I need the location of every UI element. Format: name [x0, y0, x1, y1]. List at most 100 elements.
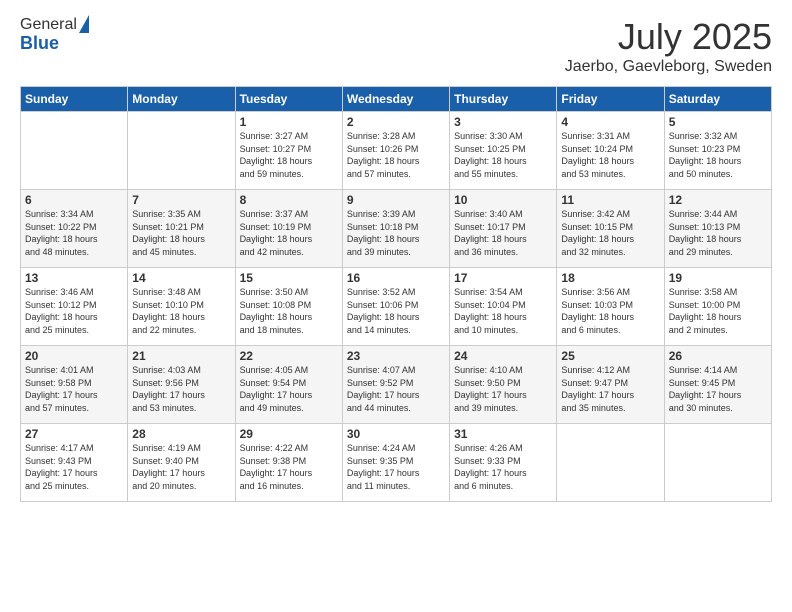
day-num-w1-d2: 8: [240, 193, 338, 207]
day-info-w2-d3: Sunrise: 3:52 AM Sunset: 10:06 PM Daylig…: [347, 286, 445, 336]
cell-w0-d4: 3Sunrise: 3:30 AM Sunset: 10:25 PM Dayli…: [450, 112, 557, 190]
day-num-w3-d3: 23: [347, 349, 445, 363]
day-info-w3-d2: Sunrise: 4:05 AM Sunset: 9:54 PM Dayligh…: [240, 364, 338, 414]
day-num-w0-d3: 2: [347, 115, 445, 129]
day-num-w0-d5: 4: [561, 115, 659, 129]
day-num-w0-d2: 1: [240, 115, 338, 129]
day-info-w1-d2: Sunrise: 3:37 AM Sunset: 10:19 PM Daylig…: [240, 208, 338, 258]
cell-w3-d1: 21Sunrise: 4:03 AM Sunset: 9:56 PM Dayli…: [128, 346, 235, 424]
header: General Blue July 2025 Jaerbo, Gaevlebor…: [20, 16, 772, 76]
day-num-w2-d6: 19: [669, 271, 767, 285]
cell-w4-d0: 27Sunrise: 4:17 AM Sunset: 9:43 PM Dayli…: [21, 424, 128, 502]
cell-w1-d5: 11Sunrise: 3:42 AM Sunset: 10:15 PM Dayl…: [557, 190, 664, 268]
day-num-w2-d1: 14: [132, 271, 230, 285]
logo-general-text: General: [20, 16, 77, 34]
day-num-w0-d4: 3: [454, 115, 552, 129]
col-monday: Monday: [128, 87, 235, 112]
day-num-w1-d4: 10: [454, 193, 552, 207]
day-num-w3-d6: 26: [669, 349, 767, 363]
day-num-w2-d3: 16: [347, 271, 445, 285]
day-info-w1-d4: Sunrise: 3:40 AM Sunset: 10:17 PM Daylig…: [454, 208, 552, 258]
day-info-w0-d2: Sunrise: 3:27 AM Sunset: 10:27 PM Daylig…: [240, 130, 338, 180]
week-row-0: 1Sunrise: 3:27 AM Sunset: 10:27 PM Dayli…: [21, 112, 772, 190]
cell-w3-d5: 25Sunrise: 4:12 AM Sunset: 9:47 PM Dayli…: [557, 346, 664, 424]
cell-w3-d2: 22Sunrise: 4:05 AM Sunset: 9:54 PM Dayli…: [235, 346, 342, 424]
day-num-w4-d3: 30: [347, 427, 445, 441]
cell-w0-d6: 5Sunrise: 3:32 AM Sunset: 10:23 PM Dayli…: [664, 112, 771, 190]
cell-w2-d4: 17Sunrise: 3:54 AM Sunset: 10:04 PM Dayl…: [450, 268, 557, 346]
cell-w1-d6: 12Sunrise: 3:44 AM Sunset: 10:13 PM Dayl…: [664, 190, 771, 268]
day-info-w2-d5: Sunrise: 3:56 AM Sunset: 10:03 PM Daylig…: [561, 286, 659, 336]
cell-w1-d4: 10Sunrise: 3:40 AM Sunset: 10:17 PM Dayl…: [450, 190, 557, 268]
day-info-w3-d5: Sunrise: 4:12 AM Sunset: 9:47 PM Dayligh…: [561, 364, 659, 414]
main-title: July 2025: [565, 16, 772, 58]
cell-w4-d5: [557, 424, 664, 502]
day-num-w1-d1: 7: [132, 193, 230, 207]
cell-w2-d3: 16Sunrise: 3:52 AM Sunset: 10:06 PM Dayl…: [342, 268, 449, 346]
cell-w2-d6: 19Sunrise: 3:58 AM Sunset: 10:00 PM Dayl…: [664, 268, 771, 346]
day-info-w0-d3: Sunrise: 3:28 AM Sunset: 10:26 PM Daylig…: [347, 130, 445, 180]
day-num-w3-d0: 20: [25, 349, 123, 363]
day-num-w1-d3: 9: [347, 193, 445, 207]
title-block: July 2025 Jaerbo, Gaevleborg, Sweden: [565, 16, 772, 76]
day-num-w1-d6: 12: [669, 193, 767, 207]
day-info-w3-d6: Sunrise: 4:14 AM Sunset: 9:45 PM Dayligh…: [669, 364, 767, 414]
day-info-w2-d1: Sunrise: 3:48 AM Sunset: 10:10 PM Daylig…: [132, 286, 230, 336]
cell-w3-d3: 23Sunrise: 4:07 AM Sunset: 9:52 PM Dayli…: [342, 346, 449, 424]
subtitle: Jaerbo, Gaevleborg, Sweden: [565, 58, 772, 76]
day-info-w3-d0: Sunrise: 4:01 AM Sunset: 9:58 PM Dayligh…: [25, 364, 123, 414]
day-num-w2-d0: 13: [25, 271, 123, 285]
cell-w4-d3: 30Sunrise: 4:24 AM Sunset: 9:35 PM Dayli…: [342, 424, 449, 502]
col-sunday: Sunday: [21, 87, 128, 112]
logo: General Blue: [20, 16, 89, 53]
day-info-w0-d5: Sunrise: 3:31 AM Sunset: 10:24 PM Daylig…: [561, 130, 659, 180]
day-info-w4-d3: Sunrise: 4:24 AM Sunset: 9:35 PM Dayligh…: [347, 442, 445, 492]
day-num-w4-d4: 31: [454, 427, 552, 441]
week-row-1: 6Sunrise: 3:34 AM Sunset: 10:22 PM Dayli…: [21, 190, 772, 268]
cell-w0-d1: [128, 112, 235, 190]
cell-w1-d1: 7Sunrise: 3:35 AM Sunset: 10:21 PM Dayli…: [128, 190, 235, 268]
cell-w0-d2: 1Sunrise: 3:27 AM Sunset: 10:27 PM Dayli…: [235, 112, 342, 190]
cell-w2-d2: 15Sunrise: 3:50 AM Sunset: 10:08 PM Dayl…: [235, 268, 342, 346]
cell-w0-d0: [21, 112, 128, 190]
day-info-w4-d0: Sunrise: 4:17 AM Sunset: 9:43 PM Dayligh…: [25, 442, 123, 492]
cell-w4-d1: 28Sunrise: 4:19 AM Sunset: 9:40 PM Dayli…: [128, 424, 235, 502]
day-num-w1-d0: 6: [25, 193, 123, 207]
cell-w3-d6: 26Sunrise: 4:14 AM Sunset: 9:45 PM Dayli…: [664, 346, 771, 424]
logo-blue-text: Blue: [20, 33, 59, 53]
week-row-2: 13Sunrise: 3:46 AM Sunset: 10:12 PM Dayl…: [21, 268, 772, 346]
day-num-w4-d0: 27: [25, 427, 123, 441]
cell-w1-d0: 6Sunrise: 3:34 AM Sunset: 10:22 PM Dayli…: [21, 190, 128, 268]
day-num-w2-d4: 17: [454, 271, 552, 285]
day-info-w1-d1: Sunrise: 3:35 AM Sunset: 10:21 PM Daylig…: [132, 208, 230, 258]
day-info-w1-d0: Sunrise: 3:34 AM Sunset: 10:22 PM Daylig…: [25, 208, 123, 258]
day-num-w3-d4: 24: [454, 349, 552, 363]
day-info-w2-d4: Sunrise: 3:54 AM Sunset: 10:04 PM Daylig…: [454, 286, 552, 336]
day-num-w4-d2: 29: [240, 427, 338, 441]
cell-w2-d1: 14Sunrise: 3:48 AM Sunset: 10:10 PM Dayl…: [128, 268, 235, 346]
cell-w0-d3: 2Sunrise: 3:28 AM Sunset: 10:26 PM Dayli…: [342, 112, 449, 190]
day-num-w3-d5: 25: [561, 349, 659, 363]
day-info-w1-d6: Sunrise: 3:44 AM Sunset: 10:13 PM Daylig…: [669, 208, 767, 258]
day-info-w4-d1: Sunrise: 4:19 AM Sunset: 9:40 PM Dayligh…: [132, 442, 230, 492]
page: General Blue July 2025 Jaerbo, Gaevlebor…: [0, 0, 792, 612]
week-row-3: 20Sunrise: 4:01 AM Sunset: 9:58 PM Dayli…: [21, 346, 772, 424]
day-num-w2-d5: 18: [561, 271, 659, 285]
day-info-w0-d4: Sunrise: 3:30 AM Sunset: 10:25 PM Daylig…: [454, 130, 552, 180]
col-thursday: Thursday: [450, 87, 557, 112]
cell-w0-d5: 4Sunrise: 3:31 AM Sunset: 10:24 PM Dayli…: [557, 112, 664, 190]
cell-w3-d4: 24Sunrise: 4:10 AM Sunset: 9:50 PM Dayli…: [450, 346, 557, 424]
cell-w1-d2: 8Sunrise: 3:37 AM Sunset: 10:19 PM Dayli…: [235, 190, 342, 268]
week-row-4: 27Sunrise: 4:17 AM Sunset: 9:43 PM Dayli…: [21, 424, 772, 502]
cell-w4-d2: 29Sunrise: 4:22 AM Sunset: 9:38 PM Dayli…: [235, 424, 342, 502]
cell-w2-d5: 18Sunrise: 3:56 AM Sunset: 10:03 PM Dayl…: [557, 268, 664, 346]
logo-triangle-icon: [79, 15, 89, 33]
day-info-w3-d3: Sunrise: 4:07 AM Sunset: 9:52 PM Dayligh…: [347, 364, 445, 414]
day-info-w2-d2: Sunrise: 3:50 AM Sunset: 10:08 PM Daylig…: [240, 286, 338, 336]
day-info-w4-d2: Sunrise: 4:22 AM Sunset: 9:38 PM Dayligh…: [240, 442, 338, 492]
col-friday: Friday: [557, 87, 664, 112]
day-info-w1-d5: Sunrise: 3:42 AM Sunset: 10:15 PM Daylig…: [561, 208, 659, 258]
cell-w1-d3: 9Sunrise: 3:39 AM Sunset: 10:18 PM Dayli…: [342, 190, 449, 268]
cell-w4-d6: [664, 424, 771, 502]
day-info-w3-d4: Sunrise: 4:10 AM Sunset: 9:50 PM Dayligh…: [454, 364, 552, 414]
